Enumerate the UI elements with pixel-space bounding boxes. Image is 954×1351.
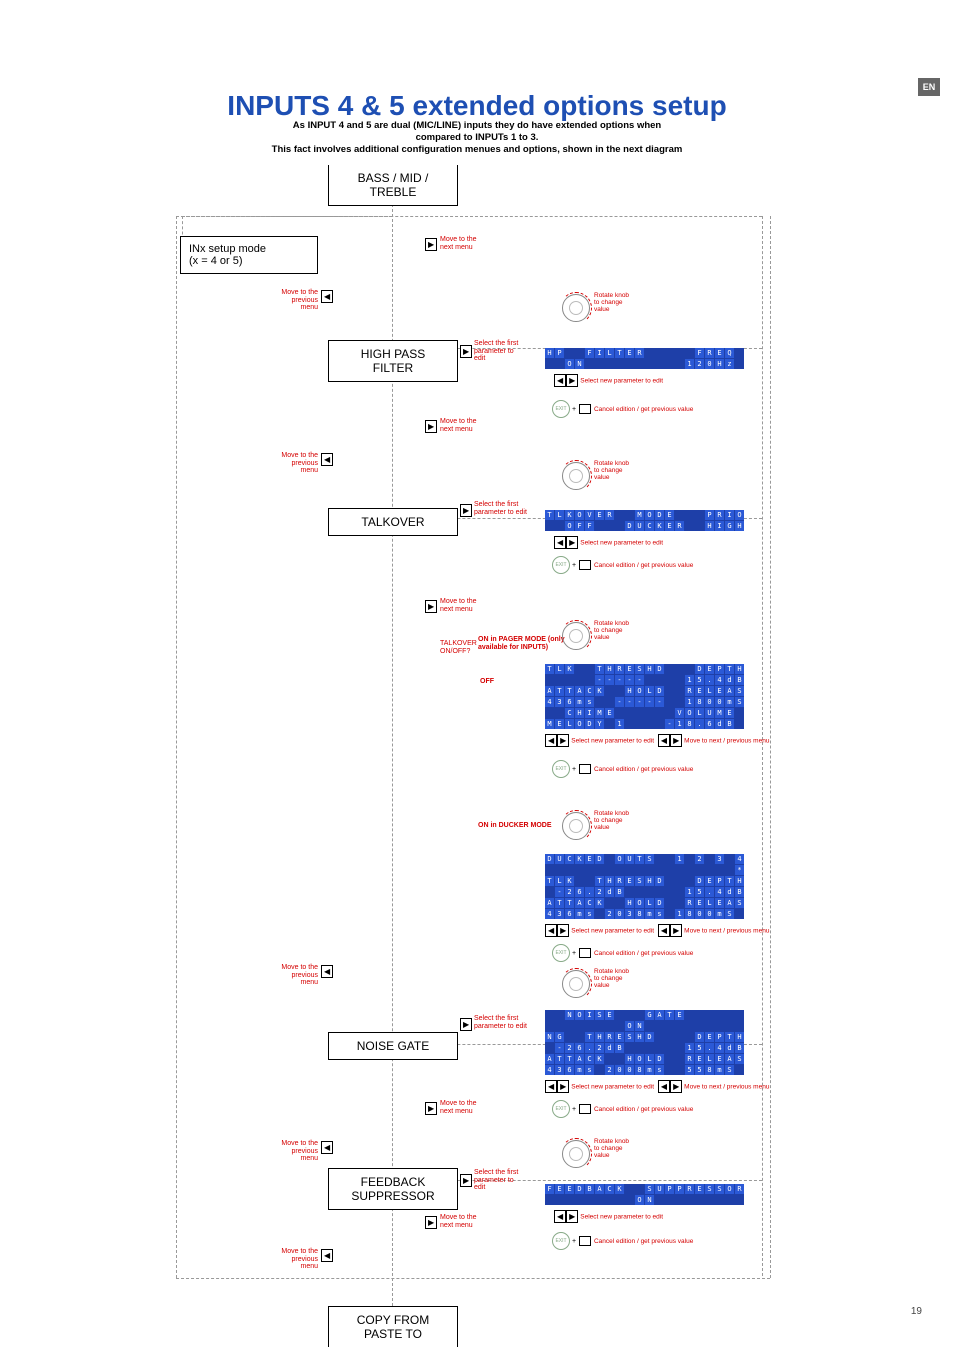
next-icon: ▶: [425, 238, 437, 251]
label-rotate-knob-pager: Rotate knobto changevalue: [594, 620, 629, 641]
node-talkover: TALKOVER: [328, 508, 458, 536]
next-icon: ▶: [566, 374, 578, 387]
label-move-next-5: Move to thenext menu: [440, 1214, 477, 1229]
prev-icon: ◀: [321, 290, 333, 303]
prev-icon: ◀: [658, 734, 670, 747]
next-icon: ▶: [460, 345, 472, 358]
next-icon: ▶: [566, 536, 578, 549]
prev-icon: ◀: [554, 1210, 566, 1223]
prev-icon: ◀: [545, 734, 557, 747]
lcd-talkover: TLKOVERMODEPRIOOFFDUCKERHIGH: [545, 510, 744, 531]
cancel-pager: EXIT + Cancel edition / get previous val…: [552, 760, 693, 778]
exit-icon: EXIT: [552, 400, 570, 418]
label-rotate-knob-fbk: Rotate knobto changevalue: [594, 1138, 629, 1159]
prev-icon: ◀: [554, 536, 566, 549]
prev-icon: ◀: [321, 965, 333, 978]
node-high-pass-filter: HIGH PASSFILTER: [328, 340, 458, 382]
lcd-ducker: DUCKEDOUTS1234*TLKTHRESHDDEPTH-26.2dB15.…: [545, 854, 744, 919]
page-number: 19: [911, 1306, 922, 1317]
cancel-ng: EXIT + Cancel edition / get previous val…: [552, 1100, 693, 1118]
next-icon: ▶: [557, 734, 569, 747]
node-feedback-suppressor: FEEDBACKSUPPRESSOR: [328, 1168, 458, 1210]
next-icon: ▶: [460, 1018, 472, 1031]
label-move-next-1: Move to thenext menu: [440, 236, 477, 251]
next-icon: ▶: [460, 1174, 472, 1187]
label-rotate-knob-tlk: Rotate knobto changevalue: [594, 460, 629, 481]
stop-icon: [579, 560, 591, 570]
label-select-first-hpf: Select the firstparameter toedit: [474, 340, 518, 363]
label-select-first-ng: Select the firstparameter to edit: [474, 1015, 527, 1030]
label-move-next-2: Move to thenext menu: [440, 418, 477, 433]
page-subtitle: As INPUT 4 and 5 are dual (MIC/LINE) inp…: [160, 120, 794, 156]
next-icon: ▶: [557, 1080, 569, 1093]
lcd-pager: TLKTHRESHDDEPTH-----15.4dBATTACKHOLDRELE…: [545, 664, 744, 729]
next-icon: ▶: [425, 1216, 437, 1229]
prev-icon: ◀: [545, 1080, 557, 1093]
prev-icon: ◀: [545, 924, 557, 937]
label-on-ducker: ON in DUCKER MODE: [478, 822, 552, 830]
prev-icon: ◀: [321, 1249, 333, 1262]
lcd-feedback: FEEDBACKSUPPRESSORON: [545, 1184, 744, 1205]
stop-icon: [579, 948, 591, 958]
label-select-first-fbk: Select the firstparameter toedit: [474, 1169, 518, 1192]
select-new-tlk: ◀▶ Select new parameter to edit: [554, 536, 663, 549]
label-move-next-3: Move to thenext menu: [440, 598, 477, 613]
label-rotate-knob-ducker: Rotate knobto changevalue: [594, 810, 629, 831]
next-icon: ▶: [425, 1102, 437, 1115]
node-inx-setup: INx setup mode(x = 4 or 5): [180, 236, 318, 274]
next-icon: ▶: [557, 924, 569, 937]
stop-icon: [579, 764, 591, 774]
stop-icon: [579, 1104, 591, 1114]
cancel-hpf: EXIT + Cancel edition / get previous val…: [552, 400, 693, 418]
next-icon: ▶: [460, 504, 472, 517]
prev-icon: ◀: [658, 1080, 670, 1093]
label-move-prev-5: Move to theprevious menu: [280, 1248, 318, 1271]
label-rotate-knob-ng: Rotate knobto changevalue: [594, 968, 629, 989]
next-icon: ▶: [670, 734, 682, 747]
prev-icon: ◀: [554, 374, 566, 387]
exit-icon: EXIT: [552, 556, 570, 574]
exit-icon: EXIT: [552, 1232, 570, 1250]
stop-icon: [579, 1236, 591, 1246]
cancel-ducker: EXIT + Cancel edition / get previous val…: [552, 944, 693, 962]
select-new-fbk: ◀▶ Select new parameter to edit: [554, 1210, 663, 1223]
page-title: INPUTS 4 & 5 extended options setup: [0, 90, 954, 122]
prev-icon: ◀: [321, 1141, 333, 1154]
exit-icon: EXIT: [552, 1100, 570, 1118]
node-noise-gate: NOISE GATE: [328, 1032, 458, 1060]
pager-nav: ◀▶ Select new parameter to edit ◀▶ Move …: [545, 734, 769, 747]
lcd-hpf: HPFILTERFREQON120Hz: [545, 348, 744, 369]
exit-icon: EXIT: [552, 944, 570, 962]
stop-icon: [579, 404, 591, 414]
exit-icon: EXIT: [552, 760, 570, 778]
lcd-noise-gate: NOISEGATEONNGTHRESHDDEPTH-26.2dB15.4dBAT…: [545, 1010, 744, 1075]
node-copy-paste: COPY FROMPASTE TO: [328, 1306, 458, 1347]
label-talkover-onoff: TALKOVERON/OFF?: [440, 640, 477, 655]
cancel-tlk: EXIT + Cancel edition / get previous val…: [552, 556, 693, 574]
next-icon: ▶: [566, 1210, 578, 1223]
label-move-prev-4: Move to theprevious menu: [280, 1140, 318, 1163]
label-move-next-4: Move to thenext menu: [440, 1100, 477, 1115]
prev-icon: ◀: [321, 453, 333, 466]
node-bass-mid-treble: BASS / MID /TREBLE: [328, 165, 458, 206]
label-move-prev-1: Move to theprevious menu: [280, 289, 318, 312]
next-icon: ▶: [670, 1080, 682, 1093]
prev-icon: ◀: [658, 924, 670, 937]
label-move-prev-3: Move to theprevious menu: [280, 964, 318, 987]
ng-nav: ◀▶ Select new parameter to edit ◀▶ Move …: [545, 1080, 769, 1093]
cancel-fbk: EXIT + Cancel edition / get previous val…: [552, 1232, 693, 1250]
label-move-prev-2: Move to theprevious menu: [280, 452, 318, 475]
next-icon: ▶: [425, 420, 437, 433]
label-select-first-tlk: Select the firstparameter to edit: [474, 501, 527, 516]
label-rotate-knob-hpf: Rotate knobto changevalue: [594, 292, 629, 313]
next-icon: ▶: [670, 924, 682, 937]
next-icon: ▶: [425, 600, 437, 613]
ducker-nav: ◀▶ Select new parameter to edit ◀▶ Move …: [545, 924, 769, 937]
select-new-hpf: ◀▶ Select new parameter to edit: [554, 374, 663, 387]
label-off: OFF: [480, 678, 494, 686]
